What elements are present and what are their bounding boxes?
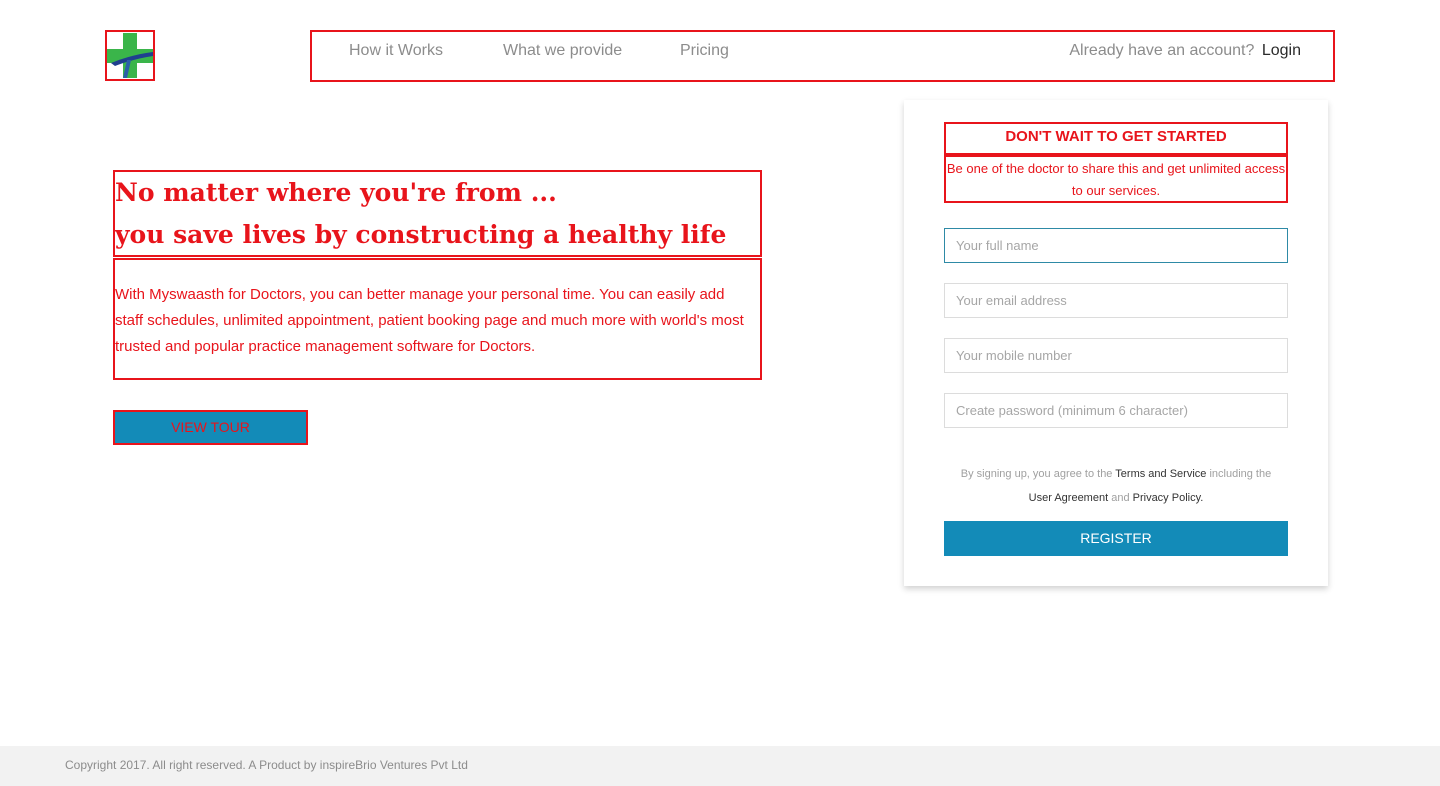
- hero-title: No matter where you're from ... you save…: [113, 170, 762, 257]
- account-prompt-text: Already have an account?: [1069, 42, 1255, 59]
- site-logo[interactable]: [105, 30, 155, 81]
- email-input[interactable]: [944, 283, 1288, 318]
- privacy-policy-link[interactable]: Privacy Policy.: [1133, 492, 1204, 504]
- hero-title-line-1: No matter where you're from ...: [115, 178, 557, 207]
- register-button[interactable]: REGISTER: [944, 521, 1288, 556]
- view-tour-button[interactable]: VIEW TOUR: [113, 410, 308, 445]
- full-name-input[interactable]: [944, 228, 1288, 263]
- terms-middle: including the: [1209, 468, 1272, 480]
- mobile-input[interactable]: [944, 338, 1288, 373]
- terms-notice: By signing up, you agree to the Terms an…: [934, 462, 1298, 510]
- password-input[interactable]: [944, 393, 1288, 428]
- main-nav: How it Works What we provide Pricing Alr…: [310, 30, 1335, 82]
- copyright-text: Copyright 2017. All right reserved. A Pr…: [65, 758, 468, 772]
- signup-card: DON'T WAIT TO GET STARTED Be one of the …: [904, 100, 1328, 586]
- hero-description: With Myswaasth for Doctors, you can bett…: [113, 258, 762, 380]
- signup-heading: DON'T WAIT TO GET STARTED: [944, 122, 1288, 155]
- terms-of-service-link[interactable]: Terms and Service: [1115, 468, 1206, 480]
- login-link[interactable]: Login: [1262, 42, 1301, 59]
- account-prompt: Already have an account? Login: [1069, 42, 1301, 60]
- terms-and: and: [1111, 492, 1130, 504]
- terms-prefix: By signing up, you agree to the: [960, 468, 1113, 480]
- hero-title-line-2: you save lives by constructing a healthy…: [115, 220, 727, 249]
- nav-link-what-we-provide[interactable]: What we provide: [503, 42, 622, 60]
- nav-link-how-it-works[interactable]: How it Works: [349, 42, 443, 60]
- footer: Copyright 2017. All right reserved. A Pr…: [0, 746, 1440, 786]
- nav-link-pricing[interactable]: Pricing: [680, 42, 729, 60]
- medical-cross-logo-icon: [107, 33, 153, 78]
- user-agreement-link[interactable]: User Agreement: [1029, 492, 1108, 504]
- signup-subheading: Be one of the doctor to share this and g…: [944, 155, 1288, 203]
